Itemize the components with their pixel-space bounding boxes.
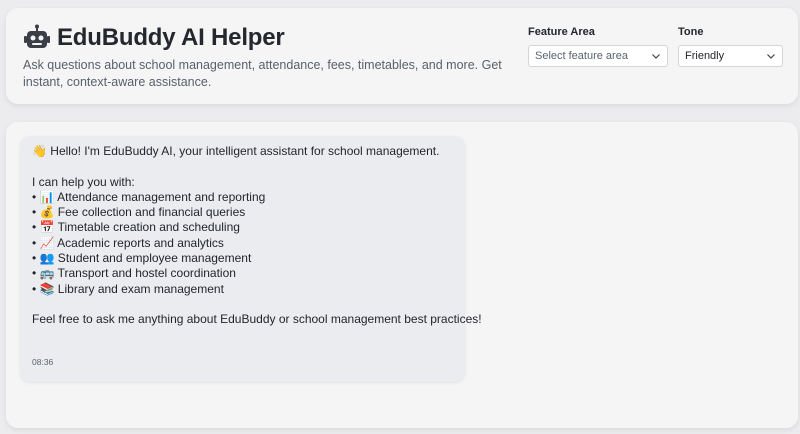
message-timestamp: 08:36 (32, 356, 54, 367)
chevron-down-icon (766, 51, 776, 61)
message-closing: Feel free to ask me anything about EduBu… (32, 312, 482, 327)
list-item: • 📚 Library and exam management (32, 281, 224, 296)
tone-control: Tone Friendly (678, 26, 783, 67)
list-item: • 👥 Student and employee management (32, 251, 252, 266)
robot-icon (23, 24, 51, 52)
chat-panel: 👋 Hello! I'm EduBuddy AI, your intellige… (6, 122, 798, 428)
message-intro: I can help you with: (32, 174, 135, 189)
assistant-message-bubble: 👋 Hello! I'm EduBuddy AI, your intellige… (20, 136, 482, 382)
tone-select[interactable]: Friendly (678, 45, 783, 67)
feature-area-placeholder: Select feature area (535, 50, 628, 62)
feature-area-select[interactable]: Select feature area (528, 45, 668, 67)
list-item: • 📈 Academic reports and analytics (32, 235, 224, 250)
feature-area-label: Feature Area (528, 26, 595, 38)
page-subtitle: Ask questions about school management, a… (23, 58, 502, 89)
page-title: EduBuddy AI Helper (57, 24, 285, 51)
message-greeting: 👋 Hello! I'm EduBuddy AI, your intellige… (32, 144, 440, 158)
list-item: • 📅 Timetable creation and scheduling (32, 220, 240, 235)
list-item: • 💰 Fee collection and financial queries (32, 205, 246, 220)
list-item: • 📊 Attendance management and reporting (32, 189, 266, 204)
feature-area-control: Feature Area Select feature area (528, 26, 668, 67)
title-row: EduBuddy AI Helper (23, 24, 285, 52)
tone-value: Friendly (685, 50, 725, 62)
list-item: • 🚌 Transport and hostel coordination (32, 266, 236, 281)
tone-label: Tone (678, 26, 704, 38)
header-card: EduBuddy AI Helper Ask questions about s… (6, 8, 798, 104)
chevron-down-icon (651, 51, 661, 61)
